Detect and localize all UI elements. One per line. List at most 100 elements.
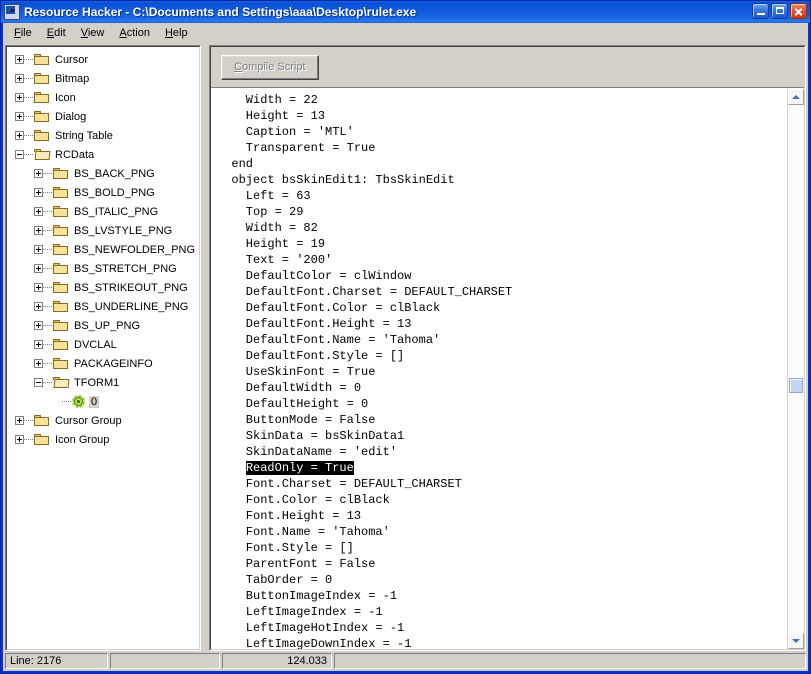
tree-node[interactable]: BS_BACK_PNG [7,164,199,183]
tree-leaf-spacer-icon [53,397,62,406]
tree-node[interactable]: BS_NEWFOLDER_PNG [7,240,199,259]
resource-tree[interactable]: Cursor Bitmap Icon Dialog String Table RCData… [6,46,200,650]
expand-icon[interactable] [15,74,24,83]
status-bar: Line: 2176 124.033 [3,651,808,671]
code-line[interactable]: DefaultFont.Charset = DEFAULT_CHARSET [217,284,787,300]
code-line[interactable]: Text = '200' [217,252,787,268]
code-line[interactable]: TabOrder = 0 [217,572,787,588]
expand-icon[interactable] [15,435,24,444]
script-editor[interactable]: Width = 22 Height = 13 Caption = 'MTL' T… [211,89,787,649]
code-line[interactable]: Width = 82 [217,220,787,236]
expand-icon[interactable] [15,131,24,140]
tree-node[interactable]: BS_UP_PNG [7,316,199,335]
code-line[interactable]: DefaultFont.Style = [] [217,348,787,364]
code-line[interactable]: Font.Style = [] [217,540,787,556]
folder-closed-icon [53,167,69,180]
code-line[interactable]: DefaultFont.Height = 13 [217,316,787,332]
expand-icon[interactable] [34,302,43,311]
code-line[interactable]: LeftImageIndex = -1 [217,604,787,620]
tree-node[interactable]: TFORM1 [7,373,199,392]
collapse-icon[interactable] [34,378,43,387]
scrollbar-track[interactable] [788,105,804,633]
code-line[interactable]: Height = 19 [217,236,787,252]
code-line[interactable]: Font.Height = 13 [217,508,787,524]
code-line[interactable]: DefaultColor = clWindow [217,268,787,284]
tree-node[interactable]: Cursor Group [7,411,199,430]
tree-node[interactable]: BS_LVSTYLE_PNG [7,221,199,240]
scrollbar-thumb[interactable] [789,377,803,393]
code-line[interactable]: Caption = 'MTL' [217,124,787,140]
compile-script-button[interactable]: Compile Script [221,54,319,80]
tree-connector-icon [24,420,33,421]
menu-item-view[interactable]: View [74,25,113,41]
expand-icon[interactable] [34,340,43,349]
code-line[interactable]: Left = 63 [217,188,787,204]
resource-tree-panel[interactable]: Cursor Bitmap Icon Dialog String Table RCData… [5,45,201,651]
code-line[interactable]: DefaultWidth = 0 [217,380,787,396]
menu-item-action[interactable]: Action [112,25,158,41]
code-line[interactable]: SkinDataName = 'edit' [217,444,787,460]
tree-node[interactable]: BS_STRIKEOUT_PNG [7,278,199,297]
code-line[interactable]: Font.Color = clBlack [217,492,787,508]
code-line[interactable]: object bsSkinEdit1: TbsSkinEdit [217,172,787,188]
code-line[interactable]: LeftImageHotIndex = -1 [217,620,787,636]
expand-icon[interactable] [15,112,24,121]
tree-connector-icon [43,211,52,212]
tree-node[interactable]: Cursor [7,50,199,69]
code-selection: ReadOnly = True [245,461,354,475]
expand-icon[interactable] [15,93,24,102]
tree-node[interactable]: BS_STRETCH_PNG [7,259,199,278]
menu-item-file[interactable]: File [7,25,40,41]
code-line[interactable]: Width = 22 [217,92,787,108]
tree-node[interactable]: BS_BOLD_PNG [7,183,199,202]
panel-splitter[interactable] [201,45,209,651]
close-button[interactable] [790,3,807,19]
code-line[interactable]: ButtonImageIndex = -1 [217,588,787,604]
code-line[interactable]: Transparent = True [217,140,787,156]
scroll-up-button[interactable] [788,89,804,105]
code-line[interactable]: Font.Charset = DEFAULT_CHARSET [217,476,787,492]
tree-node[interactable]: 0 [7,392,199,411]
collapse-icon[interactable] [15,150,24,159]
expand-icon[interactable] [15,55,24,64]
tree-node[interactable]: Icon [7,88,199,107]
minimize-button[interactable] [752,3,769,19]
tree-node[interactable]: BS_UNDERLINE_PNG [7,297,199,316]
expand-icon[interactable] [34,245,43,254]
menu-item-help[interactable]: Help [158,25,196,41]
menu-item-edit[interactable]: Edit [40,25,74,41]
expand-icon[interactable] [34,283,43,292]
code-line[interactable]: ButtonMode = False [217,412,787,428]
expand-icon[interactable] [34,188,43,197]
code-line[interactable]: ParentFont = False [217,556,787,572]
code-line[interactable]: DefaultHeight = 0 [217,396,787,412]
tree-node[interactable]: RCData [7,145,199,164]
tree-node[interactable]: String Table [7,126,199,145]
code-line[interactable]: DefaultFont.Color = clBlack [217,300,787,316]
expand-icon[interactable] [34,169,43,178]
expand-icon[interactable] [34,207,43,216]
expand-icon[interactable] [34,264,43,273]
code-line[interactable]: UseSkinFont = True [217,364,787,380]
code-line[interactable]: DefaultFont.Name = 'Tahoma' [217,332,787,348]
expand-icon[interactable] [34,321,43,330]
code-line[interactable]: LeftImageDownIndex = -1 [217,636,787,649]
tree-node[interactable]: Dialog [7,107,199,126]
tree-node[interactable]: BS_ITALIC_PNG [7,202,199,221]
expand-icon[interactable] [34,359,43,368]
tree-node[interactable]: Icon Group [7,430,199,449]
code-line[interactable]: SkinData = bsSkinData1 [217,428,787,444]
code-line[interactable]: end [217,156,787,172]
scroll-down-button[interactable] [788,633,804,649]
code-line[interactable]: Top = 29 [217,204,787,220]
expand-icon[interactable] [34,226,43,235]
tree-node[interactable]: Bitmap [7,69,199,88]
editor-vertical-scrollbar[interactable] [787,89,804,649]
expand-icon[interactable] [15,416,24,425]
code-line[interactable]: Height = 13 [217,108,787,124]
code-line[interactable]: Font.Name = 'Tahoma' [217,524,787,540]
tree-node[interactable]: DVCLAL [7,335,199,354]
code-line[interactable]: ReadOnly = True [217,460,787,476]
maximize-button[interactable] [771,3,788,19]
tree-node[interactable]: PACKAGEINFO [7,354,199,373]
